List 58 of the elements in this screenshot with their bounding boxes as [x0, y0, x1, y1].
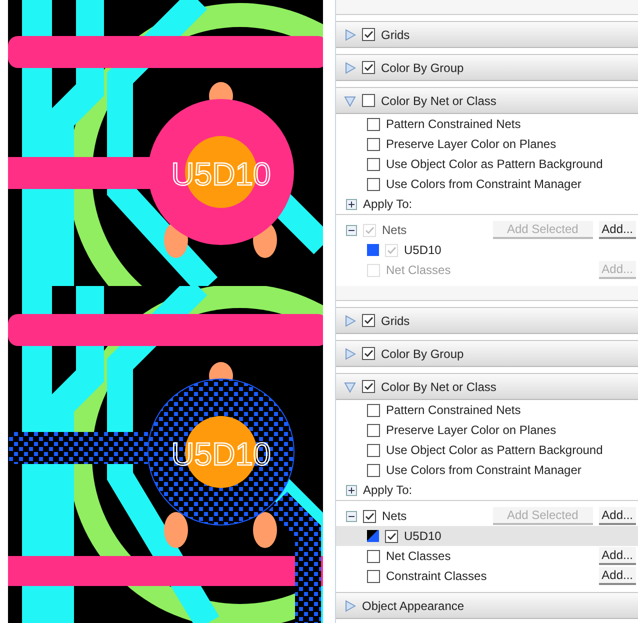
- group-label: Apply To:: [363, 483, 412, 497]
- section-title: Object Appearance: [362, 598, 464, 612]
- section-title: Grids: [381, 314, 410, 328]
- target-label: Nets: [382, 223, 407, 237]
- option-label: Preserve Layer Color on Planes: [386, 423, 556, 437]
- section-header[interactable]: Color By Net or Class: [336, 87, 638, 114]
- group-label: Apply To:: [363, 197, 412, 211]
- net-name: U5D10: [404, 529, 442, 543]
- option-label: Preserve Layer Color on Planes: [386, 137, 556, 151]
- expand-icon[interactable]: [346, 198, 357, 210]
- expand-icon[interactable]: [346, 484, 357, 496]
- checkbox[interactable]: [367, 118, 380, 130]
- checkbox[interactable]: [385, 530, 398, 542]
- option-label: Pattern Constrained Nets: [386, 403, 521, 417]
- add-button[interactable]: Add...: [598, 547, 636, 565]
- section-title: Color By Net or Class: [381, 94, 496, 108]
- option-label: Use Colors from Constraint Manager: [386, 177, 582, 191]
- checkbox[interactable]: [362, 347, 375, 360]
- option-label: Pattern Constrained Nets: [386, 117, 521, 131]
- section-title: Grids: [381, 28, 410, 42]
- checkbox[interactable]: [367, 550, 380, 562]
- section-title: Color By Group: [381, 346, 464, 360]
- checkbox[interactable]: [367, 158, 380, 170]
- add-button[interactable]: Add...: [598, 567, 636, 585]
- target-label: Nets: [382, 509, 407, 523]
- option-label: Use Object Color as Pattern Background: [386, 157, 603, 171]
- section-header[interactable]: Color By Group: [336, 340, 638, 367]
- checkbox[interactable]: [367, 138, 380, 150]
- checkbox[interactable]: [362, 314, 375, 327]
- checkbox[interactable]: [363, 510, 376, 522]
- net-name: U5D10: [404, 243, 442, 257]
- section-header[interactable]: Grids: [336, 307, 638, 334]
- checkbox[interactable]: [367, 178, 380, 190]
- option-label: Use Colors from Constraint Manager: [386, 463, 582, 477]
- target-label: Net Classes: [386, 263, 451, 277]
- section-header[interactable]: Color By Group: [336, 54, 638, 81]
- checkbox[interactable]: [362, 28, 375, 41]
- checkbox[interactable]: [367, 424, 380, 436]
- section-title: Color By Group: [381, 60, 464, 74]
- collapse-icon[interactable]: [346, 510, 357, 522]
- add-button[interactable]: Add...: [598, 507, 636, 525]
- checkbox[interactable]: [362, 61, 375, 74]
- checkbox[interactable]: [362, 380, 375, 393]
- target-label: Net Classes: [386, 549, 451, 563]
- checkbox[interactable]: [362, 94, 375, 107]
- net-label: U5D10: [171, 156, 271, 192]
- checkbox[interactable]: [367, 404, 380, 416]
- section-header[interactable]: Grids: [336, 21, 638, 48]
- section-title: Color By Net or Class: [381, 380, 496, 394]
- checkbox[interactable]: [367, 464, 380, 476]
- section-header[interactable]: Color By Net or Class: [336, 373, 638, 400]
- section-header[interactable]: Object Appearance: [336, 592, 638, 619]
- color-swatch[interactable]: [367, 530, 379, 542]
- option-label: Use Object Color as Pattern Background: [386, 443, 603, 457]
- checkbox[interactable]: [367, 570, 380, 582]
- target-label: Constraint Classes: [386, 569, 487, 583]
- checkbox[interactable]: [367, 444, 380, 456]
- selected-row[interactable]: U5D10: [336, 526, 638, 546]
